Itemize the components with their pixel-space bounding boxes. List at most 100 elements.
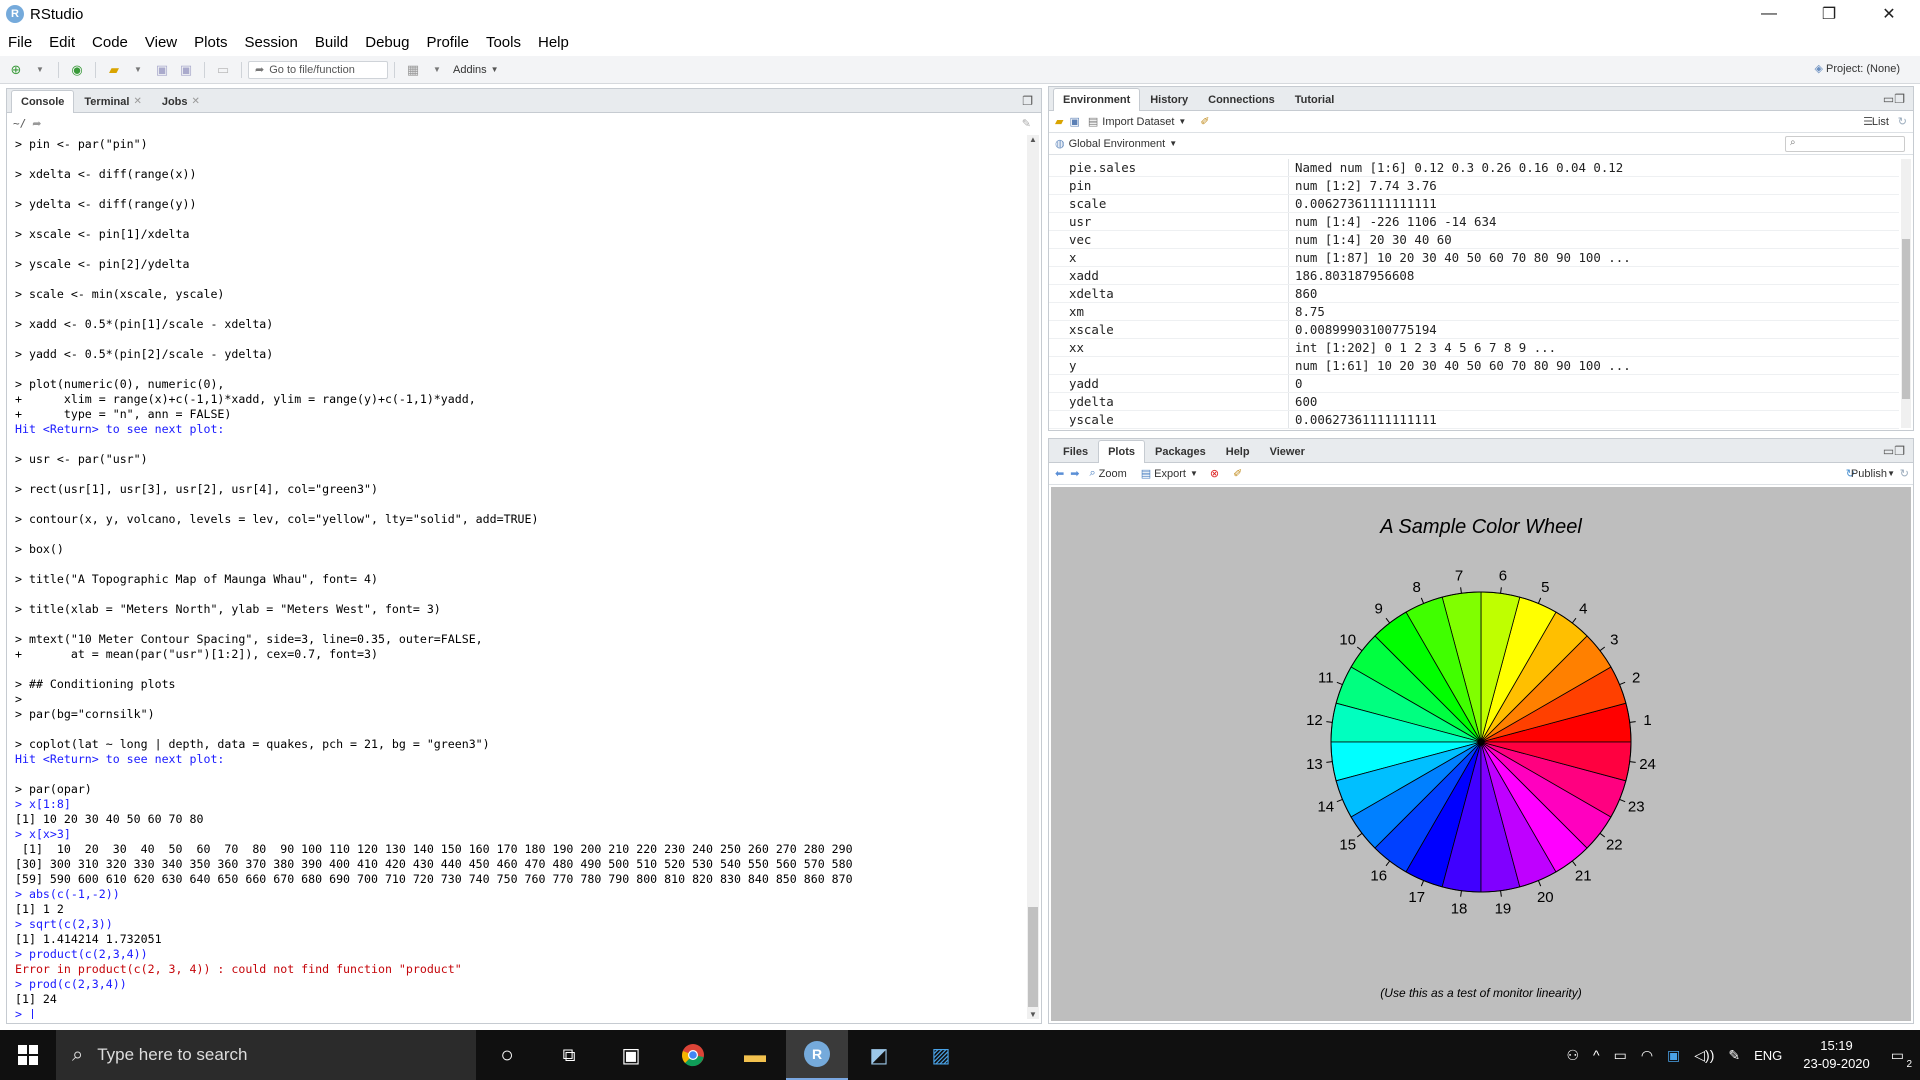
photos-app[interactable]: ▨	[910, 1030, 972, 1080]
notepad-app[interactable]: ◩	[848, 1030, 910, 1080]
grid-layout-icon[interactable]: ▦	[405, 62, 421, 78]
tab-terminal[interactable]: Terminal ✕	[74, 90, 151, 112]
tab-jobs[interactable]: Jobs ✕	[152, 90, 210, 112]
menu-view[interactable]: View	[145, 34, 177, 51]
maximize-button[interactable]: ❐	[1800, 0, 1858, 28]
environment-row[interactable]: scale 0.00627361111111111	[1049, 195, 1899, 213]
open-dropdown-icon[interactable]: ▼	[130, 62, 146, 78]
network-app-icon[interactable]: ▣	[1667, 1047, 1680, 1064]
import-dropdown-icon[interactable]: ▼	[1178, 117, 1186, 126]
notifications-icon[interactable]: ▭ 2	[1891, 1047, 1912, 1070]
environment-row[interactable]: xadd 186.803187956608	[1049, 267, 1899, 285]
maximize-pane-icon[interactable]: ❐	[1022, 94, 1033, 108]
open-file-icon[interactable]: ▰	[106, 62, 122, 78]
file-explorer-app[interactable]: ▬	[724, 1030, 786, 1080]
export-button[interactable]: Export	[1154, 468, 1186, 480]
show-hidden-icons-icon[interactable]: ^	[1593, 1047, 1600, 1063]
tab-history[interactable]: History	[1140, 88, 1198, 110]
next-plot-icon[interactable]: ➡	[1070, 467, 1079, 480]
addins-button[interactable]: Addins	[453, 64, 487, 76]
scroll-up-arrow-icon[interactable]: ▲	[1027, 135, 1039, 144]
minimize-maximize-pane-icon[interactable]: ▭❐	[1883, 92, 1905, 106]
environment-row[interactable]: y num [1:61] 10 20 30 40 50 60 70 80 90 1…	[1049, 357, 1899, 375]
publish-button[interactable]: Publish	[1851, 468, 1887, 480]
print-icon[interactable]: ▭	[215, 62, 231, 78]
chrome-app[interactable]	[662, 1030, 724, 1080]
menu-profile[interactable]: Profile	[426, 34, 469, 51]
menu-code[interactable]: Code	[92, 34, 128, 51]
tab-files[interactable]: Files	[1053, 440, 1098, 462]
tab-packages[interactable]: Packages	[1145, 440, 1216, 462]
environment-row[interactable]: xx int [1:202] 0 1 2 3 4 5 6 7 8 9 ...	[1049, 339, 1899, 357]
save-icon[interactable]: ▣	[154, 62, 170, 78]
menu-help[interactable]: Help	[538, 34, 569, 51]
environment-row[interactable]: xscale 0.00899903100775194	[1049, 321, 1899, 339]
menu-plots[interactable]: Plots	[194, 34, 227, 51]
tab-console[interactable]: Console	[11, 90, 75, 113]
menu-debug[interactable]: Debug	[365, 34, 409, 51]
clock[interactable]: 15:19 23-09-2020	[1803, 1037, 1870, 1073]
clear-console-icon[interactable]: ✎	[1022, 117, 1031, 130]
new-file-icon[interactable]: ⊕	[8, 62, 24, 78]
publish-dropdown-icon[interactable]: ▼	[1887, 469, 1895, 478]
people-icon[interactable]: ⚇	[1566, 1047, 1579, 1064]
start-button[interactable]	[0, 1030, 56, 1080]
environment-scroll-thumb[interactable]	[1902, 239, 1910, 399]
scroll-down-arrow-icon[interactable]: ▼	[1027, 1010, 1039, 1019]
addins-dropdown-icon[interactable]: ▼	[491, 65, 499, 74]
task-view-button[interactable]: ⧉	[538, 1030, 600, 1080]
go-to-file-input[interactable]: ➦ Go to file/function	[248, 60, 388, 79]
import-dataset-button[interactable]: Import Dataset	[1102, 116, 1174, 128]
tab-connections[interactable]: Connections	[1198, 88, 1285, 110]
remove-plot-icon[interactable]: ⊗	[1210, 467, 1219, 480]
tab-help[interactable]: Help	[1216, 440, 1260, 462]
console-scroll-thumb[interactable]	[1028, 907, 1038, 1007]
minimize-maximize-pane-icon[interactable]: ▭❐	[1883, 444, 1905, 458]
rstudio-app[interactable]: R	[786, 1030, 848, 1080]
battery-icon[interactable]: ▭	[1614, 1047, 1627, 1064]
console-scrollbar[interactable]: ▲ ▼	[1027, 135, 1039, 1019]
refresh-icon[interactable]: ↻	[1898, 115, 1907, 128]
language-indicator[interactable]: ENG	[1754, 1048, 1782, 1063]
tab-tutorial[interactable]: Tutorial	[1285, 88, 1345, 110]
menu-session[interactable]: Session	[245, 34, 298, 51]
save-all-icon[interactable]: ▣	[178, 62, 194, 78]
environment-row[interactable]: ydelta 600	[1049, 393, 1899, 411]
environment-row[interactable]: xm 8.75	[1049, 303, 1899, 321]
menu-edit[interactable]: Edit	[49, 34, 75, 51]
broom-clear-icon[interactable]: ✐	[1200, 115, 1209, 128]
environment-row[interactable]: x num [1:87] 10 20 30 40 50 60 70 80 90 1…	[1049, 249, 1899, 267]
refresh-plot-icon[interactable]: ↻	[1900, 467, 1909, 480]
menu-build[interactable]: Build	[315, 34, 348, 51]
broom-clear-plots-icon[interactable]: ✐	[1233, 467, 1242, 480]
cortana-button[interactable]: ○	[476, 1030, 538, 1080]
close-icon[interactable]: ✕	[192, 96, 200, 107]
list-view-button[interactable]: List	[1872, 116, 1889, 128]
tab-environment[interactable]: Environment	[1053, 88, 1141, 111]
environment-scrollbar[interactable]	[1901, 159, 1911, 428]
save-workspace-icon[interactable]: ▣	[1069, 115, 1079, 128]
export-dropdown-icon[interactable]: ▼	[1190, 469, 1198, 478]
environment-row[interactable]: pin num [1:2] 7.74 3.76	[1049, 177, 1899, 195]
layout-dropdown-icon[interactable]: ▼	[429, 62, 445, 78]
wifi-icon[interactable]: ◠	[1641, 1047, 1653, 1064]
environment-row[interactable]: yadd 0	[1049, 375, 1899, 393]
pen-icon[interactable]: ✎	[1728, 1047, 1740, 1064]
project-menu[interactable]: ◈ Project: (None)	[1814, 62, 1900, 75]
tab-viewer[interactable]: Viewer	[1260, 440, 1315, 462]
taskbar-search-input[interactable]: ⌕ Type here to search	[56, 1030, 476, 1080]
environment-row[interactable]: usr num [1:4] -226 1106 -14 634	[1049, 213, 1899, 231]
close-window-button[interactable]: ✕	[1860, 0, 1918, 28]
go-to-directory-icon[interactable]: ➦	[32, 117, 41, 130]
tab-plots[interactable]: Plots	[1098, 440, 1145, 463]
console-output[interactable]: > pin <- par("pin") > xdelta <- diff(rang…	[7, 135, 1023, 1019]
global-environment-dropdown[interactable]: Global Environment	[1069, 138, 1166, 150]
menu-tools[interactable]: Tools	[486, 34, 521, 51]
environment-search-input[interactable]: ⌕	[1785, 135, 1905, 152]
volume-icon[interactable]: ◁))	[1694, 1047, 1714, 1064]
new-file-dropdown-icon[interactable]: ▼	[32, 62, 48, 78]
environment-row[interactable]: xdelta 860	[1049, 285, 1899, 303]
scope-dropdown-icon[interactable]: ▼	[1169, 139, 1177, 148]
environment-row[interactable]: yscale 0.00627361111111111	[1049, 411, 1899, 429]
close-icon[interactable]: ✕	[133, 96, 141, 107]
